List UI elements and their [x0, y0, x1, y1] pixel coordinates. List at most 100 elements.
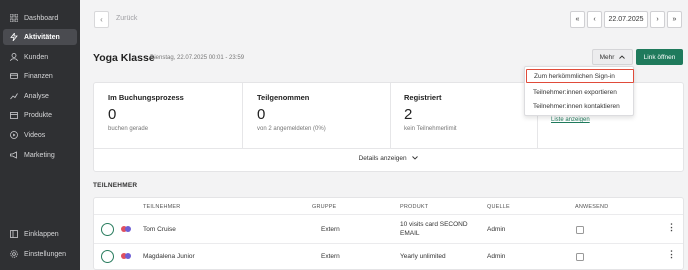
sidebar-item-label: Kunden [24, 53, 49, 61]
sidebar-settings[interactable]: Einstellungen [3, 246, 77, 262]
details-label: Details anzeigen [358, 155, 407, 162]
attendance-status-circle[interactable] [101, 250, 114, 263]
sidebar-item-label: Einstellungen [24, 250, 67, 258]
column-header: GRUPPE [312, 204, 337, 210]
table-row[interactable]: Magdalena Junior Extern Yearly unlimited… [94, 245, 683, 270]
stat-attended: Teilgenommen 0 von 2 angemeldeten (0%) [257, 93, 397, 132]
stat-title: Im Buchungsprozess [108, 93, 184, 102]
date-picker[interactable]: 22.07.2025 [604, 11, 648, 28]
open-link-button[interactable]: Link öffnen [636, 49, 683, 65]
sidebar-item-label: Einklappen [24, 230, 59, 238]
card-icon [10, 72, 18, 80]
lightning-icon [10, 33, 18, 41]
sidebar-item-label: Marketing [24, 151, 55, 159]
column-header: QUELLE [487, 204, 510, 210]
sidebar-item-label: Produkte [24, 111, 53, 119]
stat-value: 0 [108, 106, 117, 123]
stat-value: 0 [257, 106, 266, 123]
kebab-menu-icon[interactable]: ⋮ [667, 249, 676, 260]
participant-source: Admin [487, 253, 506, 260]
divider [94, 148, 683, 149]
stat-sub: von 2 angemeldeten (0%) [257, 126, 326, 132]
participants-table: TEILNEHMER GRUPPE PRODUKT QUELLE ANWESEN… [93, 197, 684, 270]
open-link-label: Link öffnen [643, 53, 676, 61]
back-label[interactable]: Zurück [116, 15, 137, 22]
stat-value: 2 [404, 106, 413, 123]
attendance-status-circle[interactable] [101, 223, 114, 236]
stat-title: Teilgenommen [257, 93, 310, 102]
menu-item-label: Zum herkömmlichen Sign-in [534, 72, 615, 80]
sidebar-item-label: Finanzen [24, 72, 53, 80]
first-date-button[interactable]: « [570, 11, 585, 28]
column-header: TEILNEHMER [143, 204, 181, 210]
present-checkbox[interactable] [576, 226, 584, 234]
menu-item-label: Teilnehmer:innen exportieren [533, 88, 617, 96]
chart-icon [10, 92, 18, 100]
stat-registered: Registriert 2 kein Teilnehmerlimit [404, 93, 544, 132]
user-badge-icon [121, 253, 133, 259]
double-chevron-left-icon: « [575, 16, 580, 23]
chevron-right-icon: › [656, 16, 659, 23]
stat-sub: kein Teilnehmerlimit [404, 126, 457, 132]
sidebar-item-label: Dashboard [24, 14, 59, 22]
sidebar: Dashboard Aktivitäten Kunden Finanzen An… [0, 0, 80, 270]
chevron-left-icon: ‹ [100, 15, 103, 24]
show-list-link[interactable]: Liste anzeigen [551, 117, 590, 123]
grid-icon [10, 14, 18, 22]
menu-item-label: Teilnehmer:innen kontaktieren [533, 102, 620, 110]
stat-sub: buchen gerade [108, 126, 149, 132]
gear-icon [10, 250, 18, 258]
participant-name[interactable]: Magdalena Junior [143, 253, 195, 260]
collapse-icon [10, 230, 18, 238]
participant-group: Extern [321, 253, 340, 260]
sidebar-collapse[interactable]: Einklappen [3, 226, 77, 242]
participant-source: Admin [487, 226, 506, 233]
kebab-menu-icon[interactable]: ⋮ [667, 222, 676, 233]
sidebar-item-label: Aktivitäten [24, 33, 60, 41]
sidebar-item-aktivitaeten[interactable]: Aktivitäten [3, 29, 77, 45]
menu-item-export-participants[interactable]: Teilnehmer:innen exportieren [526, 85, 634, 99]
participant-product-line1: 10 visits card SECOND [400, 221, 468, 228]
sidebar-item-marketing[interactable]: Marketing [3, 147, 77, 163]
present-checkbox[interactable] [576, 253, 584, 261]
sidebar-item-label: Analyse [24, 92, 49, 100]
next-date-button[interactable]: › [650, 11, 665, 28]
menu-item-classic-signin[interactable]: Zum herkömmlichen Sign-in [526, 69, 634, 83]
sidebar-item-produkte[interactable]: Produkte [3, 107, 77, 123]
sidebar-item-label: Videos [24, 131, 46, 139]
participant-name[interactable]: Tom Cruise [143, 226, 176, 233]
page-title: Yoga Klasse [93, 52, 155, 64]
chevron-up-icon [619, 54, 626, 61]
menu-item-contact-participants[interactable]: Teilnehmer:innen kontaktieren [526, 99, 634, 113]
table-header: TEILNEHMER GRUPPE PRODUKT QUELLE ANWESEN… [94, 198, 683, 215]
stat-booking: Im Buchungsprozess 0 buchen gerade [108, 93, 248, 132]
participant-group: Extern [321, 226, 340, 233]
section-label: TEILNEHMER [93, 182, 138, 189]
last-date-button[interactable]: » [667, 11, 682, 28]
sidebar-item-videos[interactable]: Videos [3, 127, 77, 143]
column-header: ANWESEND [575, 204, 609, 210]
more-button[interactable]: Mehr [592, 49, 633, 65]
sidebar-item-analyse[interactable]: Analyse [3, 88, 77, 104]
participant-product-line1: Yearly unlimited [400, 253, 446, 260]
stat-sub: Liste anzeigen [551, 117, 688, 123]
chevron-left-icon: ‹ [593, 16, 596, 23]
sidebar-item-finanzen[interactable]: Finanzen [3, 68, 77, 84]
divider [242, 83, 243, 148]
sidebar-item-dashboard[interactable]: Dashboard [3, 10, 77, 26]
user-badge-icon [121, 226, 133, 232]
stat-title: Registriert [404, 93, 442, 102]
current-date: 22.07.2025 [608, 16, 644, 23]
prev-date-button[interactable]: ‹ [587, 11, 602, 28]
column-header: PRODUKT [400, 204, 429, 210]
box-icon [10, 111, 18, 119]
more-label: Mehr [599, 53, 615, 61]
double-chevron-right-icon: » [672, 16, 677, 23]
sidebar-item-kunden[interactable]: Kunden [3, 49, 77, 65]
table-row[interactable]: Tom Cruise Extern 10 visits card SECOND … [94, 215, 683, 244]
page-subtitle: Dienstag, 22.07.2025 00:01 - 23:59 [150, 55, 245, 61]
user-icon [10, 53, 18, 61]
back-button[interactable]: ‹ [94, 11, 109, 28]
chevron-down-icon [412, 155, 419, 162]
details-toggle[interactable]: Details anzeigen [94, 155, 683, 162]
